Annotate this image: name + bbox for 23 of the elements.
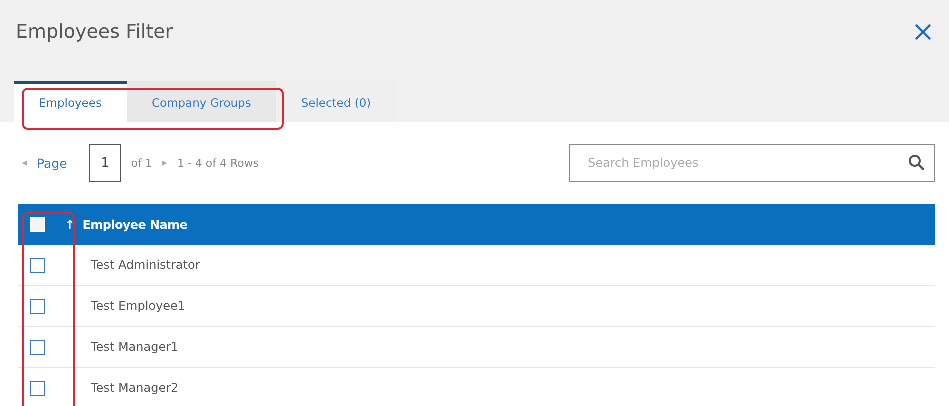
window-title: Employees Filter: [16, 21, 174, 43]
table-cell: Test Manager2: [91, 381, 179, 395]
previous-page-button[interactable]: ◂: [22, 158, 28, 168]
sort-button[interactable]: ↑: [65, 218, 75, 232]
close-button[interactable]: ×: [912, 18, 935, 46]
search-field[interactable]: Search Employees: [569, 144, 935, 182]
page-count: of 1: [131, 156, 152, 170]
row-checkbox[interactable]: [30, 258, 45, 272]
next-page-button[interactable]: ▸: [162, 158, 168, 168]
table-cell: Test Employee1: [91, 299, 186, 313]
table-cell: Test Administrator: [91, 258, 200, 272]
column-header[interactable]: Employee Name: [82, 218, 188, 232]
search-icon[interactable]: [908, 154, 926, 172]
page-input[interactable]: 1: [89, 144, 122, 182]
row-checkbox[interactable]: [30, 298, 45, 314]
row-count: 1 - 4 of 4 Rows: [177, 156, 260, 170]
row-checkbox[interactable]: [30, 340, 45, 354]
page-label: Page: [37, 156, 68, 170]
tab[interactable]: Company Groups: [126, 81, 276, 122]
table-cell: Test Manager1: [91, 340, 179, 354]
select-all-checkbox[interactable]: [30, 217, 45, 232]
tab[interactable]: Employees: [14, 81, 127, 122]
row-checkbox[interactable]: [30, 380, 45, 396]
